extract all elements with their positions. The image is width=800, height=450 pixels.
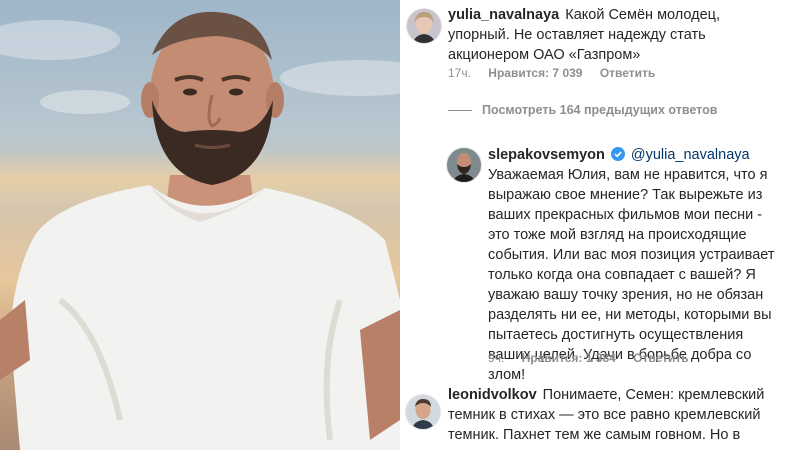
reply-button[interactable]: Ответить (600, 66, 655, 80)
divider-line (448, 109, 472, 111)
comment-likes[interactable]: Нравится: 7 039 (488, 66, 582, 80)
comment-username[interactable]: slepakovsemyon (488, 147, 605, 163)
avatar-image (447, 148, 481, 182)
reply-button[interactable]: Ответить (633, 351, 688, 365)
man-portrait (0, 11, 400, 450)
comment-body: slepakovsemyon @yulia_navalnaya Уважаемая… (488, 145, 786, 385)
avatar-image (406, 395, 440, 429)
comment-time: 17ч. (448, 66, 471, 80)
comment-mention[interactable]: @yulia_navalnaya (631, 147, 750, 163)
avatar-slepakov[interactable] (446, 147, 482, 183)
comment-volkov: leonidvolkov Понимаете, Семен: кремлевски… (400, 378, 800, 450)
view-previous-replies-link[interactable]: Посмотреть 164 предыдущих ответов (448, 103, 717, 117)
comment-yulia: yulia_navalnaya Какой Семён молодец, упор… (400, 0, 800, 95)
view-replies-label: Посмотреть 164 предыдущих ответов (482, 103, 718, 117)
comment-slepakov: slepakovsemyon @yulia_navalnaya Уважаемая… (400, 140, 800, 383)
avatar-yulia[interactable] (406, 8, 442, 44)
comment-time: 9ч. (488, 351, 505, 365)
comment-body: yulia_navalnaya Какой Семён молодец, упор… (448, 5, 783, 65)
comment-username[interactable]: leonidvolkov (448, 387, 537, 403)
avatar-image (407, 9, 441, 43)
comments-panel: yulia_navalnaya Какой Семён молодец, упор… (400, 0, 800, 450)
comment-username[interactable]: yulia_navalnaya (448, 7, 559, 23)
comment-meta: 9ч. Нравится: 1 384 Ответить (488, 351, 703, 365)
verified-badge-icon (610, 147, 625, 161)
avatar-volkov[interactable] (405, 394, 441, 430)
comment-meta: 17ч. Нравится: 7 039 Ответить (448, 66, 669, 80)
comment-body: leonidvolkov Понимаете, Семен: кремлевски… (448, 385, 785, 450)
photo-panel (0, 0, 400, 450)
comment-likes[interactable]: Нравится: 1 384 (522, 351, 616, 365)
